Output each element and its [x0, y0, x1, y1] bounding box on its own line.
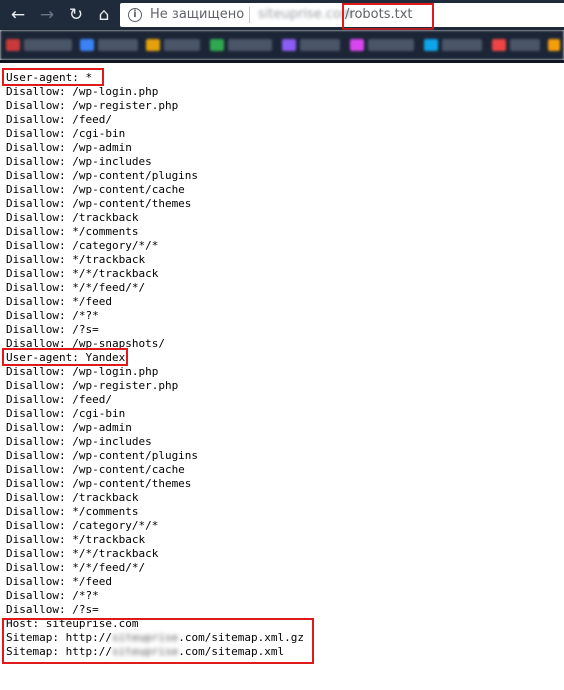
user-agent-yandex-highlight [2, 348, 128, 366]
bookmark-item[interactable] [24, 39, 72, 51]
url-domain[interactable]: siteuprise.com [258, 7, 354, 22]
bookmark-favicon-icon[interactable] [282, 39, 296, 51]
bookmark-favicon-icon[interactable] [350, 39, 364, 51]
bookmark-item[interactable] [164, 39, 200, 51]
info-circle-icon[interactable]: i [128, 8, 142, 22]
bookmark-favicon-icon[interactable] [80, 39, 94, 51]
robots-line: Disallow: /wp-includes [6, 435, 152, 448]
robots-line: Disallow: /feed/ [6, 113, 112, 126]
bookmark-item[interactable] [510, 39, 540, 51]
robots-line: Disallow: /wp-admin [6, 421, 132, 434]
bookmark-favicon-icon[interactable] [492, 39, 506, 51]
robots-line: Disallow: /wp-content/plugins [6, 169, 199, 182]
robots-line: Disallow: /wp-content/cache [6, 183, 185, 196]
bookmark-favicon-icon[interactable] [210, 39, 224, 51]
robots-line: Disallow: /trackback [6, 211, 139, 224]
bookmark-item[interactable] [368, 39, 414, 51]
back-arrow-icon[interactable]: ← [7, 4, 29, 26]
robots-line: Disallow: */trackback [6, 533, 146, 546]
robots-line: Disallow: */*/feed/*/ [6, 561, 146, 574]
robots-line: Disallow: /*?* [6, 589, 99, 602]
robots-line: Disallow: /?s= [6, 603, 99, 616]
robots-line: Disallow: /wp-content/themes [6, 197, 192, 210]
bookmark-item[interactable] [300, 39, 340, 51]
robots-line: Disallow: /wp-content/themes [6, 477, 192, 490]
robots-line: Disallow: /cgi-bin [6, 407, 126, 420]
url-separator [249, 7, 250, 23]
reload-icon[interactable]: ↻ [65, 4, 87, 26]
robots-line: Disallow: */trackback [6, 253, 146, 266]
bookmark-item[interactable] [228, 39, 272, 51]
forward-arrow-icon[interactable]: → [36, 4, 58, 26]
bookmark-favicon-icon[interactable] [424, 39, 438, 51]
robots-line: Disallow: /category/*/* [6, 519, 159, 532]
home-icon[interactable]: ⌂ [93, 4, 115, 26]
bookmark-item[interactable] [98, 39, 138, 51]
bookmarks-bar [0, 30, 564, 60]
robots-line: Disallow: /wp-admin [6, 141, 132, 154]
bookmark-favicon-icon[interactable] [146, 39, 160, 51]
robots-line: Disallow: /?s= [6, 323, 99, 336]
robots-line: Disallow: */comments [6, 505, 139, 518]
toolbar-divider [0, 60, 564, 63]
robots-line: Disallow: /wp-register.php [6, 99, 179, 112]
bookmark-item[interactable] [442, 39, 482, 51]
host-sitemap-highlight [2, 618, 314, 664]
robots-line: Disallow: /wp-register.php [6, 379, 179, 392]
robots-line: Disallow: */feed [6, 295, 112, 308]
robots-line: Disallow: */*/feed/*/ [6, 281, 146, 294]
robots-line: Disallow: /category/*/* [6, 239, 159, 252]
robots-line: Disallow: /cgi-bin [6, 127, 126, 140]
robots-line: Disallow: /wp-content/cache [6, 463, 185, 476]
url-path-highlight [342, 3, 434, 30]
robots-line: Disallow: */*/trackback [6, 547, 159, 560]
robots-line: Disallow: /*?* [6, 309, 99, 322]
robots-line: Disallow: /wp-login.php [6, 365, 159, 378]
bookmark-favicon-icon[interactable] [6, 39, 20, 51]
robots-line: Disallow: */*/trackback [6, 267, 159, 280]
bookmark-favicon-icon[interactable] [548, 39, 560, 51]
robots-line: Disallow: /feed/ [6, 393, 112, 406]
robots-line: Disallow: /wp-login.php [6, 85, 159, 98]
robots-line: Disallow: */feed [6, 575, 112, 588]
robots-line: Disallow: */comments [6, 225, 139, 238]
robots-line: Disallow: /trackback [6, 491, 139, 504]
user-agent-all-highlight [2, 68, 104, 86]
browser-toolbar: ← → ↻ ⌂ i Не защищено siteuprise.com /ro… [0, 0, 564, 30]
robots-line: Disallow: /wp-content/plugins [6, 449, 199, 462]
robots-line: Disallow: /wp-includes [6, 155, 152, 168]
security-status-label[interactable]: Не защищено [150, 7, 244, 22]
